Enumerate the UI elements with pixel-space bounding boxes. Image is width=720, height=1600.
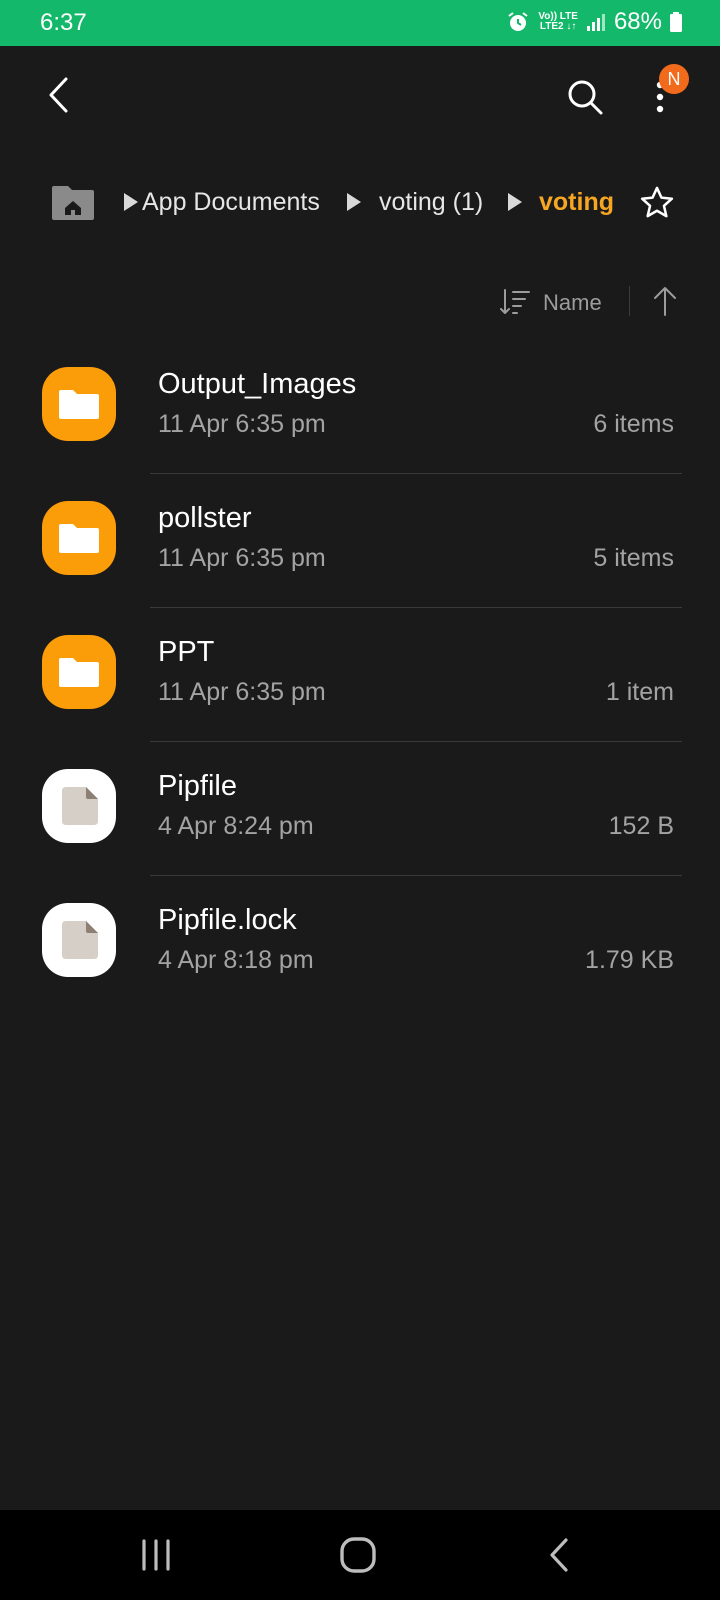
home-folder-icon	[52, 186, 94, 220]
item-count: 5 items	[593, 544, 674, 572]
file-icon	[42, 903, 116, 977]
file-icon	[42, 769, 116, 843]
sort-list-icon	[500, 289, 530, 314]
folder-icon	[42, 501, 116, 575]
status-time: 6:37	[40, 9, 87, 36]
breadcrumb-separator-icon	[347, 193, 361, 211]
list-item[interactable]: PPT 11 Apr 6:35 pm 1 item	[0, 608, 720, 742]
alarm-icon	[508, 12, 528, 31]
list-item[interactable]: Pipfile 4 Apr 8:24 pm 152 B	[0, 742, 720, 876]
sort-direction-button[interactable]	[648, 282, 682, 320]
item-name: Pipfile.lock	[158, 904, 297, 936]
item-size: 152 B	[608, 812, 674, 840]
breadcrumb-item-voting-1[interactable]: voting (1)	[379, 188, 483, 217]
folder-icon	[42, 635, 116, 709]
file-list: Output_Images 11 Apr 6:35 pm 6 items pol…	[0, 340, 720, 1010]
status-bar: 6:37 Vo)) LTE LTE2 ↓↑ 68%	[0, 0, 720, 46]
back-icon	[550, 1538, 568, 1572]
system-navigation-bar	[0, 1510, 720, 1600]
sort-bar: Name	[0, 280, 720, 326]
breadcrumb-home[interactable]	[50, 182, 96, 222]
item-name: PPT	[158, 636, 215, 668]
breadcrumb-separator-icon	[124, 193, 138, 211]
sort-order-button[interactable]	[496, 284, 534, 320]
home-button[interactable]	[330, 1530, 386, 1580]
item-size: 1.79 KB	[585, 946, 674, 974]
sort-by-name-button[interactable]: Name	[543, 290, 602, 316]
sort-divider	[629, 286, 630, 316]
back-nav-button[interactable]	[534, 1530, 584, 1580]
item-count: 1 item	[605, 678, 674, 706]
recent-apps-icon	[142, 1539, 170, 1571]
battery-percent: 68%	[613, 8, 662, 35]
favorite-button[interactable]	[634, 180, 680, 226]
search-button[interactable]	[562, 74, 608, 120]
signal-icon	[586, 14, 605, 31]
home-icon	[340, 1537, 376, 1573]
status-icons: Vo)) LTE LTE2 ↓↑ 68%	[506, 8, 682, 36]
list-item[interactable]: pollster 11 Apr 6:35 pm 5 items	[0, 474, 720, 608]
back-chevron-icon	[49, 77, 68, 113]
folder-icon	[42, 367, 116, 441]
item-date: 4 Apr 8:18 pm	[158, 946, 314, 974]
breadcrumb-separator-icon	[508, 193, 522, 211]
item-date: 4 Apr 8:24 pm	[158, 812, 314, 840]
item-name: pollster	[158, 502, 252, 534]
breadcrumb-item-app-documents[interactable]: App Documents	[142, 188, 320, 217]
search-icon	[568, 80, 603, 115]
back-button[interactable]	[36, 72, 82, 118]
item-count: 6 items	[593, 410, 674, 438]
item-date: 11 Apr 6:35 pm	[158, 410, 326, 438]
item-date: 11 Apr 6:35 pm	[158, 544, 326, 572]
breadcrumb: App Documents voting (1) voting	[48, 180, 688, 226]
item-date: 11 Apr 6:35 pm	[158, 678, 326, 706]
network-bottom-label: LTE2 ↓↑	[539, 21, 577, 32]
recent-apps-button[interactable]	[128, 1532, 184, 1578]
notification-badge: N	[659, 64, 689, 94]
star-outline-icon	[640, 186, 674, 218]
list-item[interactable]: Output_Images 11 Apr 6:35 pm 6 items	[0, 340, 720, 474]
battery-icon	[670, 12, 682, 32]
item-name: Output_Images	[158, 368, 357, 400]
item-name: Pipfile	[158, 770, 237, 802]
list-item[interactable]: Pipfile.lock 4 Apr 8:18 pm 1.79 KB	[0, 876, 720, 1010]
arrow-up-icon	[654, 287, 676, 316]
breadcrumb-item-current[interactable]: voting	[539, 188, 614, 217]
top-toolbar	[0, 46, 720, 156]
network-indicator: Vo)) LTE LTE2 ↓↑	[538, 12, 578, 32]
